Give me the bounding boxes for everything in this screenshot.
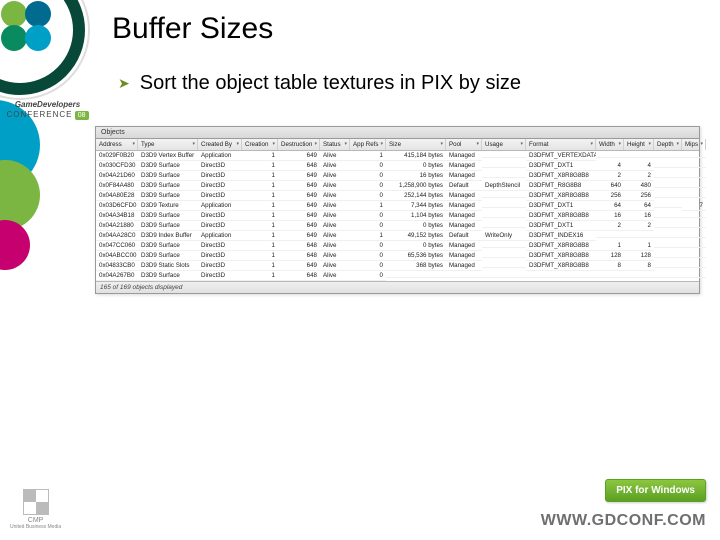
pix-object-table-screenshot: Objects AddressTypeCreated ByCreationDes…: [95, 126, 700, 294]
conference-year: 08: [75, 111, 89, 120]
table-row: 0x0F84A480D3D9 SurfaceDirect3D1649Alive0…: [96, 181, 699, 191]
conference-badge: GameDevelopers CONFERENCE 08: [5, 100, 90, 120]
col-height: Height: [624, 139, 654, 150]
col-pool: Pool: [446, 139, 482, 150]
table-row: 0x04AA28C0D3D9 Index BufferApplication16…: [96, 231, 699, 241]
cmp-footer: CMP United Business Media: [10, 489, 61, 530]
table-row: 0x04A34B18D3D9 SurfaceDirect3D1649Alive0…: [96, 211, 699, 221]
table-row: 0x04A21D60D3D9 SurfaceDirect3D1649Alive0…: [96, 171, 699, 181]
col-created-by: Created By: [198, 139, 242, 150]
table-row: 0x04833CB0D3D9 Static SlotsDirect3D1649A…: [96, 261, 699, 271]
cmp-sub: United Business Media: [10, 525, 61, 531]
table-row: 0x04A267B0D3D9 SurfaceDirect3D1648Alive0: [96, 271, 699, 281]
col-size: Size: [386, 139, 446, 150]
conference-name: GameDevelopers: [15, 100, 80, 109]
col-type: Type: [138, 139, 198, 150]
pix-tab: Objects: [96, 127, 699, 139]
conference-sub: CONFERENCE: [6, 110, 72, 119]
gdconf-url: WWW.GDCONF.COM: [541, 512, 706, 530]
col-creation: Creation: [242, 139, 278, 150]
slide-title: Buffer Sizes: [112, 12, 273, 46]
table-row: 0x04ABCC00D3D9 SurfaceDirect3D1648Alive0…: [96, 251, 699, 261]
bullet-icon: ➤: [118, 75, 130, 92]
pix-header-row: AddressTypeCreated ByCreationDestruction…: [96, 139, 699, 151]
table-row: 0x029F0B20D3D9 Vertex BufferApplication1…: [96, 151, 699, 161]
bullet-text: Sort the object table textures in PIX by…: [140, 72, 521, 95]
col-format: Format: [526, 139, 596, 150]
table-row: 0x04A80E28D3D9 SurfaceDirect3D1649Alive0…: [96, 191, 699, 201]
bullet-row: ➤ Sort the object table textures in PIX …: [118, 72, 521, 95]
clover-logo: [0, 0, 55, 55]
col-depth: Depth: [654, 139, 682, 150]
col-app-refs: App Refs: [350, 139, 386, 150]
col-destruction: Destruction: [278, 139, 320, 150]
pix-for-windows-badge: PIX for Windows: [605, 479, 706, 502]
table-row: 0x047CC060D3D9 SurfaceDirect3D1648Alive0…: [96, 241, 699, 251]
col-mips: Mips: [682, 139, 706, 150]
decor-circle: [0, 220, 30, 270]
col-usage: Usage: [482, 139, 526, 150]
cmp-logo: [23, 489, 49, 515]
table-row: 0x04A21880D3D9 SurfaceDirect3D1649Alive0…: [96, 221, 699, 231]
table-row: 0x03D6CFD0D3D9 TextureApplication1649Ali…: [96, 201, 699, 211]
slide-side-graphic: GameDevelopers CONFERENCE 08: [0, 0, 90, 540]
pix-status-bar: 165 of 169 objects displayed: [96, 281, 699, 293]
pix-body: 0x029F0B20D3D9 Vertex BufferApplication1…: [96, 151, 699, 281]
col-address: Address: [96, 139, 138, 150]
table-row: 0x030CFD30D3D9 SurfaceDirect3D1648Alive0…: [96, 161, 699, 171]
col-status: Status: [320, 139, 350, 150]
col-width: Width: [596, 139, 624, 150]
